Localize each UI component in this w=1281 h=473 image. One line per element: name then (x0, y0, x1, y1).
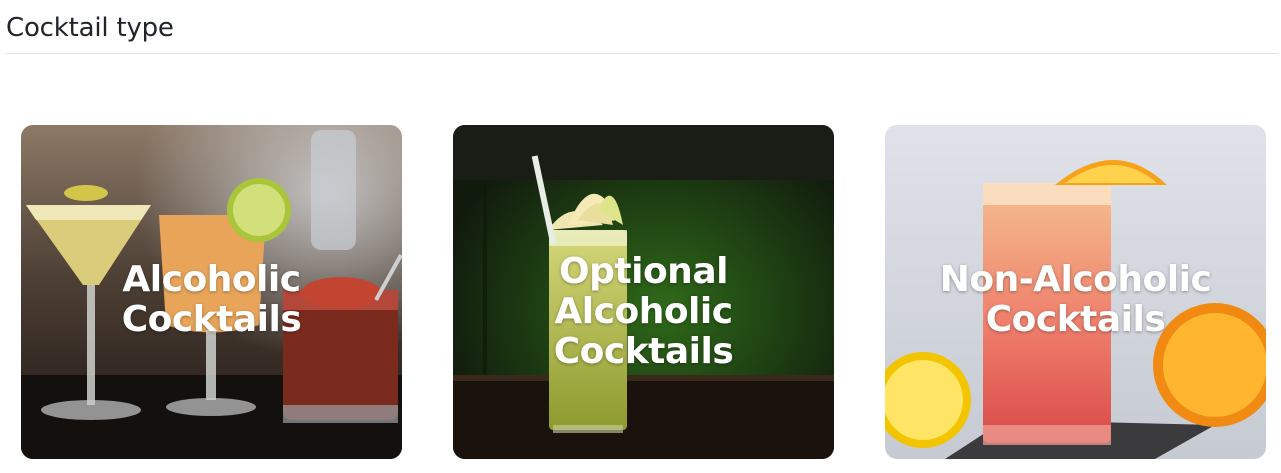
card-label: Alcoholic Cocktails (121, 259, 302, 340)
card-label: Optional Alcoholic Cocktails (553, 251, 734, 372)
card-label: Non-Alcoholic Cocktails (939, 259, 1212, 340)
card-alcoholic-cocktails[interactable]: Alcoholic Cocktails (21, 125, 402, 459)
card-non-alcoholic-cocktails[interactable]: Non-Alcoholic Cocktails (885, 125, 1266, 459)
card-optional-alcoholic-cocktails[interactable]: Optional Alcoholic Cocktails (453, 125, 834, 459)
section-header: Cocktail type (6, 9, 1278, 54)
section-title: Cocktail type (6, 13, 174, 43)
